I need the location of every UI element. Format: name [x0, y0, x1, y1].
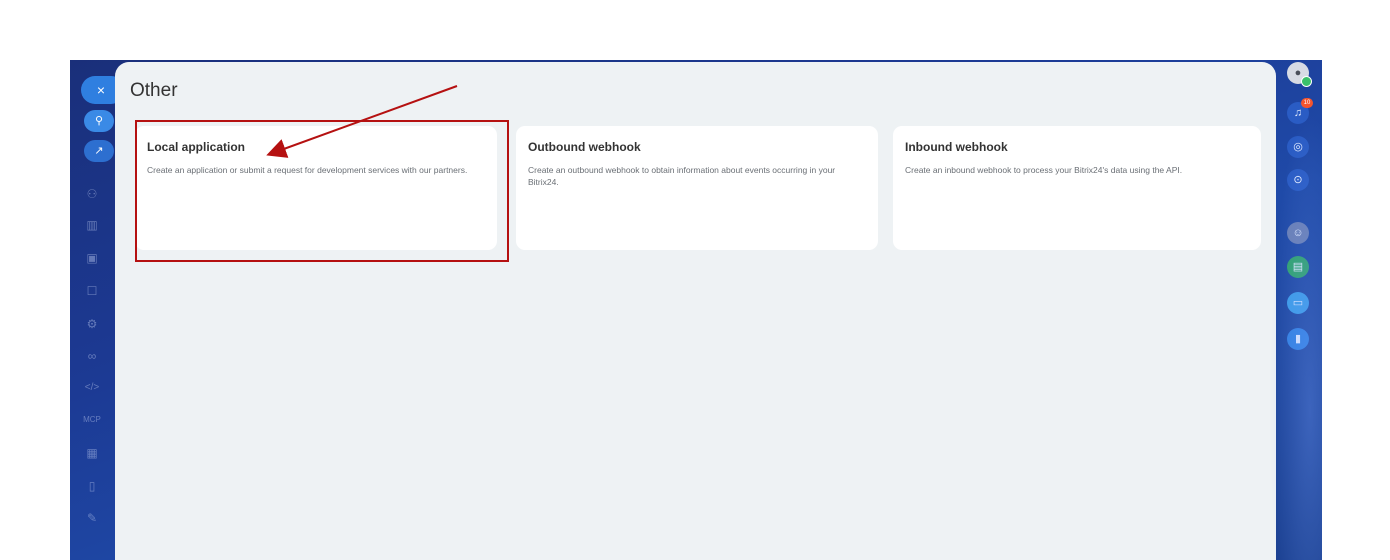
document-icon[interactable]: ▯ [83, 478, 101, 494]
contact-avatar-icon[interactable]: ☺ [1287, 222, 1309, 244]
card-outbound-webhook[interactable]: Outbound webhook Create an outbound webh… [516, 126, 878, 250]
annotation-highlight-box [135, 120, 509, 262]
link-icon[interactable]: ⚲ [84, 110, 114, 132]
close-icon: × [96, 82, 106, 98]
bar-chart-icon[interactable]: ▥ [83, 217, 101, 233]
chat-icon[interactable]: ▭ [1287, 292, 1309, 314]
card-title: Inbound webhook [905, 140, 1008, 154]
calendar-icon[interactable]: ▦ [83, 445, 101, 461]
card-title: Outbound webhook [528, 140, 641, 154]
online-status-icon [1301, 76, 1312, 87]
card-inbound-webhook[interactable]: Inbound webhook Create an inbound webhoo… [893, 126, 1261, 250]
robot-icon[interactable]: ☐ [83, 283, 101, 299]
card-description: Create an inbound webhook to process you… [905, 165, 1183, 175]
calculator-icon[interactable]: ▤ [1287, 256, 1309, 278]
code-icon[interactable]: </> [83, 380, 101, 396]
wallet-icon[interactable]: ▣ [83, 250, 101, 266]
user-avatar-icon[interactable]: ● [1287, 62, 1312, 87]
external-link-icon[interactable]: ↗ [84, 140, 114, 162]
page-title: Other [130, 80, 178, 101]
copilot-icon[interactable]: ◎ [1287, 136, 1309, 158]
left-sidebar: × ⚲ ↗ ⚇ ▥ ▣ ☐ ⚙ ∞ </> MCP ▦ ▯ ✎ [70, 60, 125, 560]
binoculars-icon[interactable]: ∞ [83, 348, 101, 364]
right-sidebar: ● ♫ 10 ◎ ⊙ ☺ ▤ ▭ ▮ [1276, 60, 1322, 560]
mcp-icon[interactable]: MCP [83, 412, 101, 428]
search-icon[interactable]: ⊙ [1287, 169, 1309, 191]
settings-icon[interactable]: ⚙ [83, 316, 101, 332]
notification-count-badge: 10 [1301, 98, 1313, 108]
users-icon[interactable]: ⚇ [83, 186, 101, 202]
pencil-icon[interactable]: ✎ [83, 510, 101, 526]
bell-icon[interactable]: ♫ 10 [1287, 98, 1313, 124]
bookmark-icon[interactable]: ▮ [1287, 328, 1309, 350]
card-description: Create an outbound webhook to obtain inf… [528, 165, 836, 187]
